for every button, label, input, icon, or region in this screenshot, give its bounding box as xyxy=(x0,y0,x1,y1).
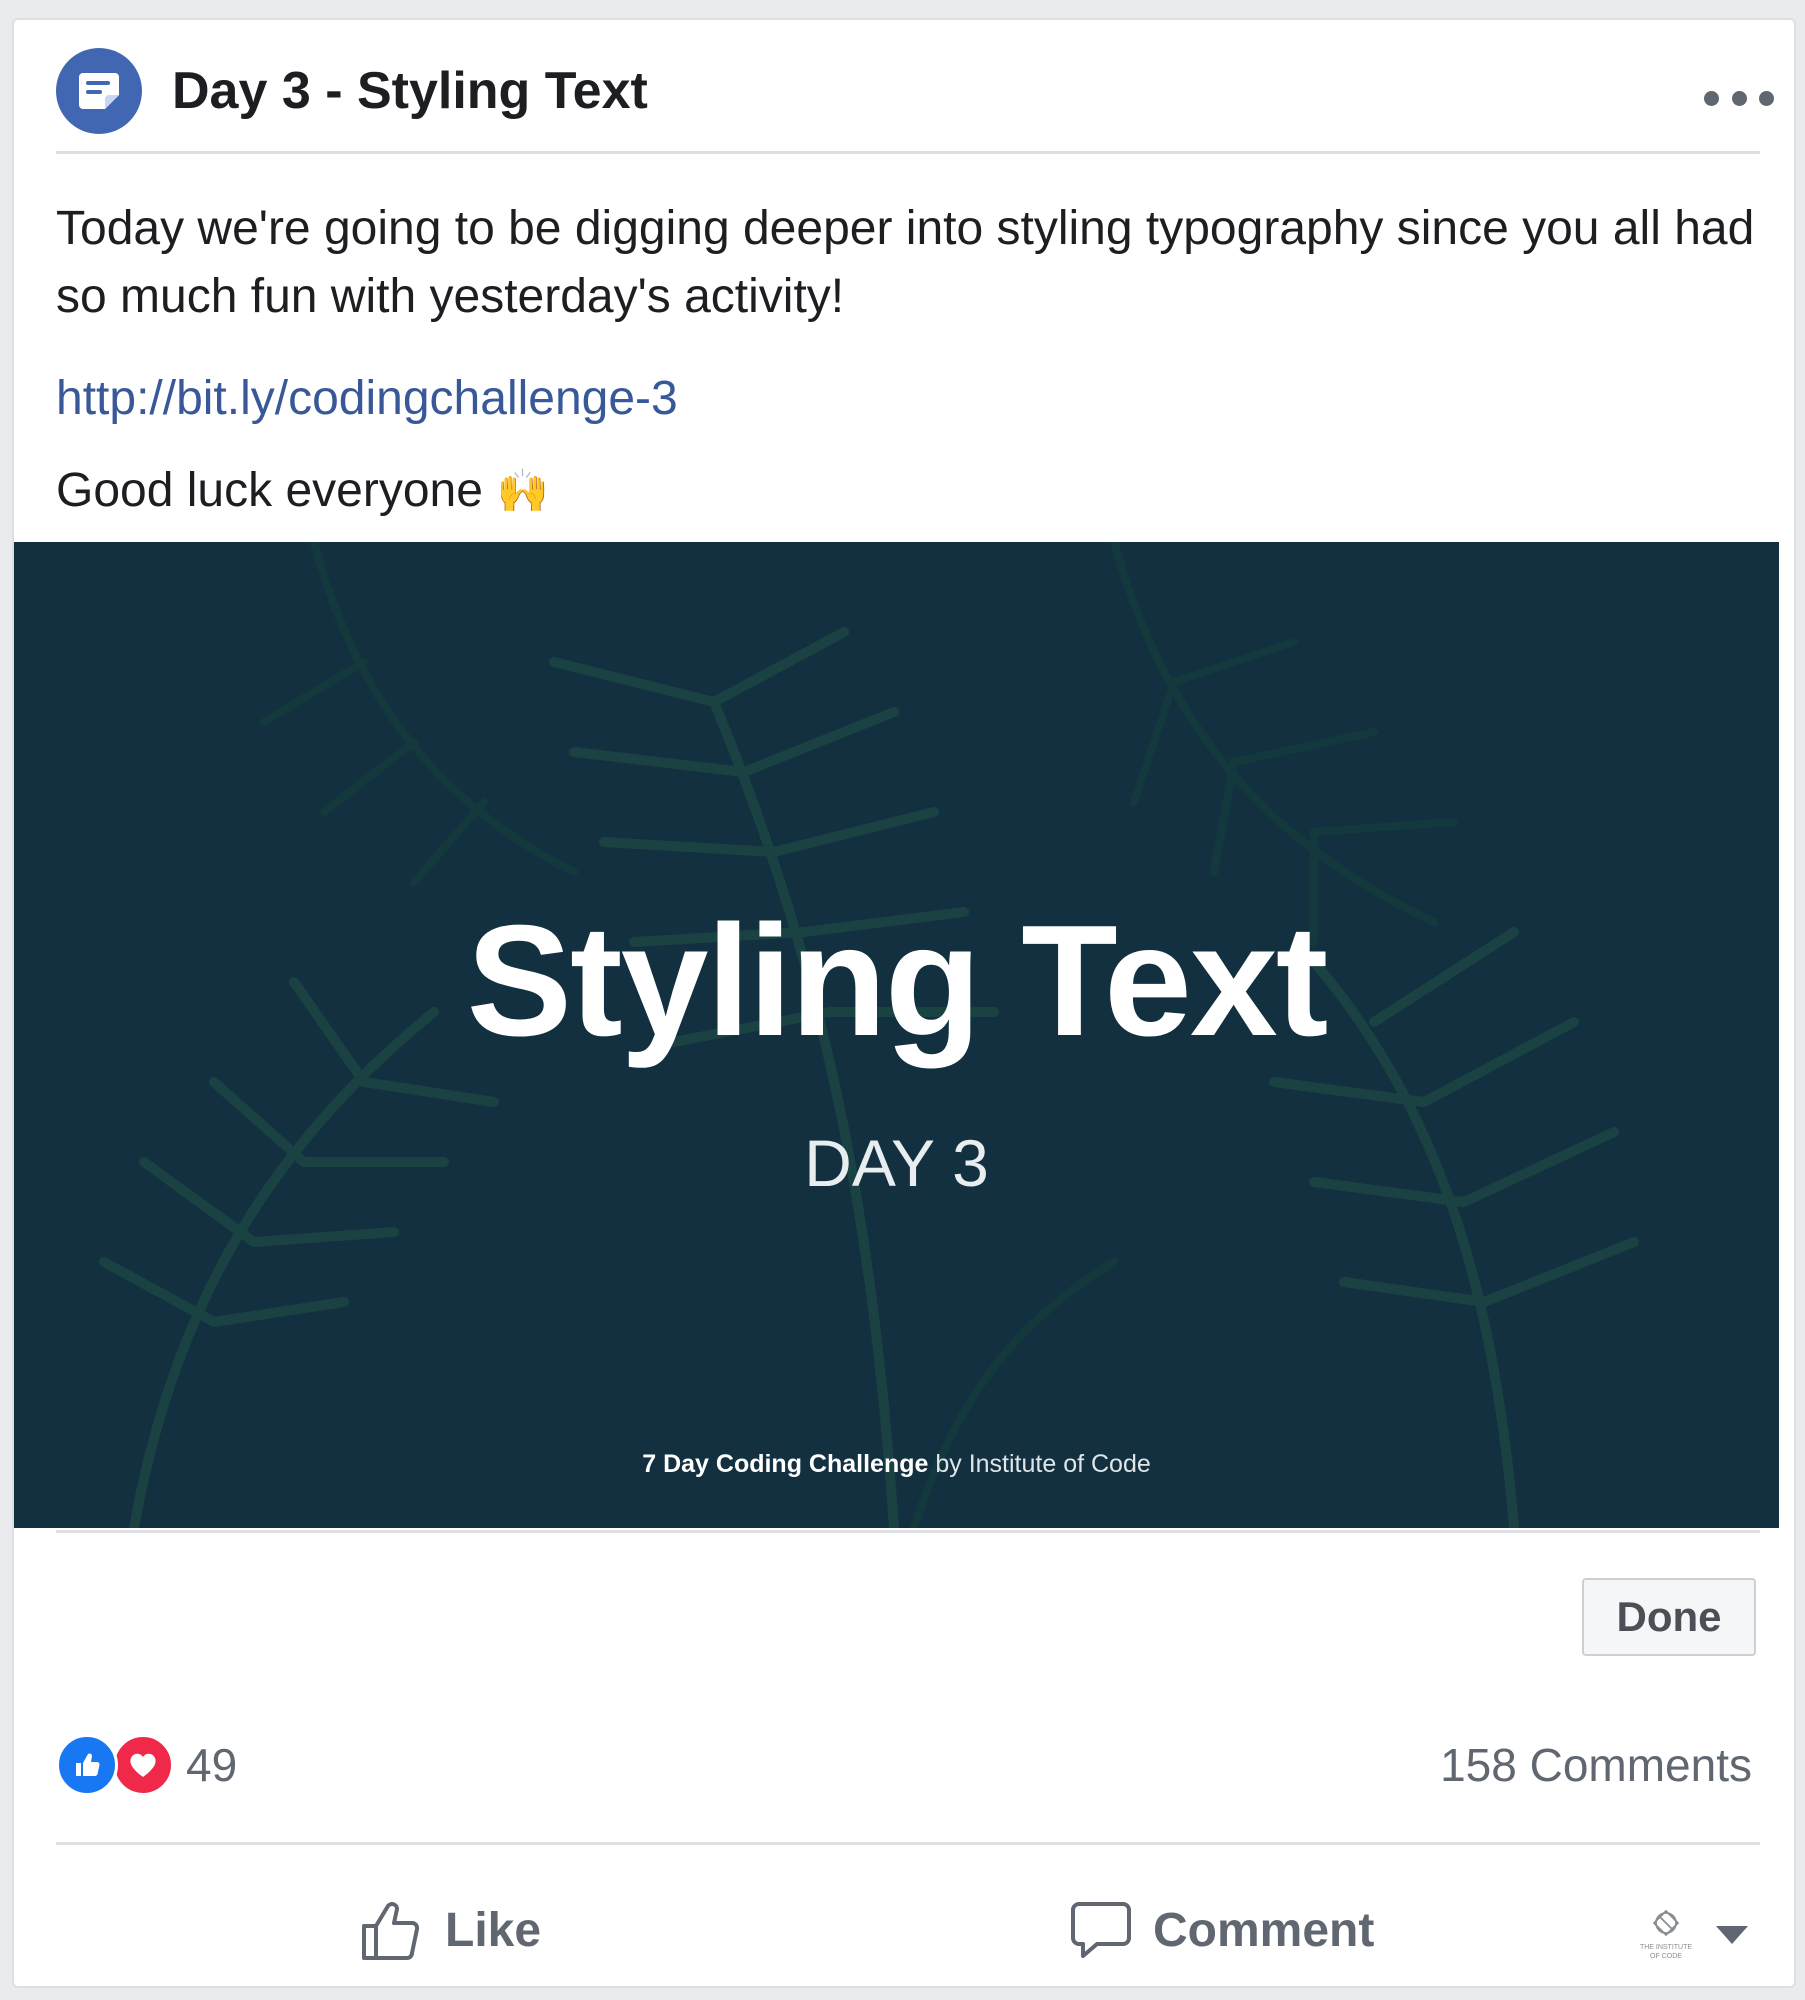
raising-hands-icon: 🙌 xyxy=(496,467,550,514)
more-options-icon[interactable] xyxy=(1704,80,1774,116)
post-as-selector[interactable]: THE INSTITUTE OF CODE xyxy=(1634,1905,1748,1965)
comments-count[interactable]: 158 Comments xyxy=(1440,1735,1752,1795)
comment-bubble-icon xyxy=(1071,1902,1131,1958)
comment-button[interactable]: Comment xyxy=(1069,1870,1375,1986)
banner-credit-bold: 7 Day Coding Challenge xyxy=(642,1450,929,1478)
reactions-summary[interactable]: 49 xyxy=(56,1733,237,1797)
svg-text:THE INSTITUTE: THE INSTITUTE xyxy=(1640,1944,1692,1951)
post-title[interactable]: Day 3 - Styling Text xyxy=(172,60,648,122)
love-reaction-icon xyxy=(112,1734,174,1796)
post-card: Day 3 - Styling Text Today we're going t… xyxy=(12,18,1796,1988)
post-body: Today we're going to be digging deeper i… xyxy=(56,202,1755,323)
chevron-down-icon xyxy=(1716,1926,1748,1944)
thumbs-up-icon xyxy=(362,1902,420,1960)
institute-of-code-logo: THE INSTITUTE OF CODE xyxy=(1634,1905,1698,1965)
banner-title: Styling Text xyxy=(466,893,1329,1069)
done-button[interactable]: Done xyxy=(1582,1578,1756,1656)
post-image[interactable]: Styling Text DAY 3 7 Day Coding Challeng… xyxy=(14,542,1779,1528)
svg-text:OF CODE: OF CODE xyxy=(1650,1953,1682,1960)
header-divider xyxy=(56,151,1760,154)
banner-credit: 7 Day Coding Challenge by Institute of C… xyxy=(14,1452,1779,1477)
group-unit-icon[interactable] xyxy=(56,48,142,134)
image-divider xyxy=(56,1530,1760,1533)
actions-divider xyxy=(56,1842,1760,1845)
like-button[interactable]: Like xyxy=(359,1870,542,1986)
banner-day: DAY 3 xyxy=(804,1126,989,1200)
post-closing: Good luck everyone 🙌 xyxy=(56,457,549,525)
document-icon xyxy=(79,73,119,109)
comment-label: Comment xyxy=(1153,1903,1375,1957)
post-link[interactable]: http://bit.ly/codingchallenge-3 xyxy=(56,365,678,433)
reaction-count[interactable]: 49 xyxy=(186,1738,237,1792)
banner-credit-rest: by Institute of Code xyxy=(935,1450,1151,1478)
like-label: Like xyxy=(445,1903,542,1957)
closing-text: Good luck everyone xyxy=(56,464,483,517)
post-actions: Like Comment xyxy=(14,1870,1794,1986)
like-reaction-icon xyxy=(56,1734,118,1796)
